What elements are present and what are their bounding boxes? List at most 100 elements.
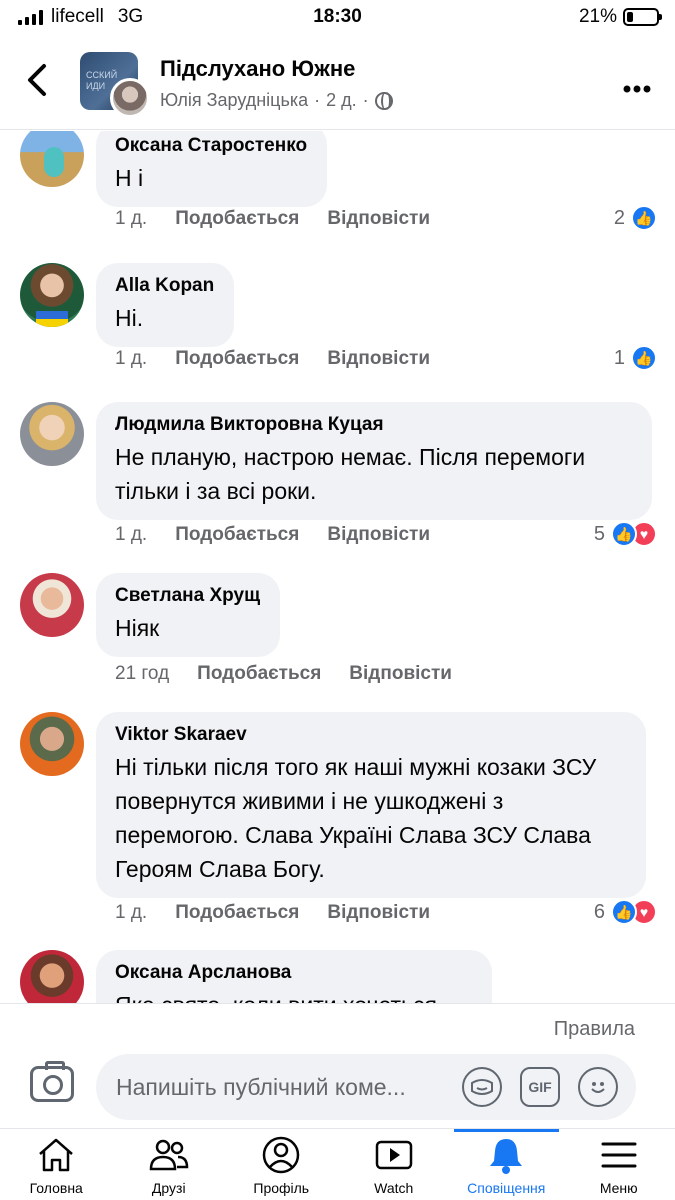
author-avatar[interactable] (110, 78, 150, 118)
reply-button[interactable]: Відповісти (327, 208, 430, 230)
clock: 18:30 (313, 6, 362, 27)
like-button[interactable]: Подобається (175, 524, 299, 546)
tab-label: Головна (29, 1180, 83, 1196)
like-button[interactable]: Подобається (175, 208, 299, 230)
comment-bubble[interactable]: Оксана Старостенко Н і (96, 131, 328, 207)
battery-icon (623, 8, 662, 26)
post-time: 2 д. (326, 90, 357, 110)
comment-author[interactable]: Оксана Арсланова (115, 960, 472, 986)
like-button[interactable]: Подобається (175, 902, 299, 924)
reply-button[interactable]: Відповісти (327, 524, 430, 546)
like-reaction-icon: 👍 (611, 899, 637, 925)
group-name[interactable]: Підслухано Южне (160, 56, 355, 82)
comment-actions: 1 д. Подобається Відповісти (115, 902, 430, 924)
meta-separator: · (362, 90, 369, 110)
meta-separator: · (314, 90, 321, 110)
post-author[interactable]: Юлія Зарудніцька (160, 90, 308, 111)
tab-profile[interactable]: Профіль (225, 1129, 338, 1200)
reply-button[interactable]: Відповісти (327, 902, 430, 924)
tab-friends[interactable]: Друзі (113, 1129, 226, 1200)
comment-bubble[interactable]: Оксана Арсланова Яке свято, коли вити хо… (96, 950, 492, 1003)
comment-text: Ні тільки після того як наші мужні козак… (115, 754, 597, 882)
rules-link[interactable]: Правила (554, 1018, 635, 1041)
bottom-tab-bar: Головна Друзі Профіль Watch Сповіщення М… (0, 1128, 675, 1200)
tab-label: Watch (374, 1180, 414, 1196)
reply-button[interactable]: Відповісти (327, 348, 430, 370)
comment-actions: 21 год Подобається Відповісти (115, 663, 452, 685)
camera-icon[interactable] (30, 1061, 74, 1102)
tab-label: Меню (599, 1180, 638, 1196)
comment-input[interactable]: Напишіть публічний коме... GIF (96, 1054, 636, 1120)
comment-composer: Правила Напишіть публічний коме... GIF (0, 1003, 675, 1128)
comment-time[interactable]: 1 д. (115, 348, 147, 370)
comment-author[interactable]: Людмила Викторовна Куцая (115, 412, 632, 438)
globe-icon (374, 91, 393, 110)
comment-bubble[interactable]: Светлана Хрущ Ніяк (96, 573, 281, 657)
gif-icon[interactable]: GIF (520, 1067, 560, 1107)
tab-watch[interactable]: Watch (338, 1129, 451, 1200)
tab-home[interactable]: Головна (0, 1129, 113, 1200)
post-meta: Юлія Зарудніцька · 2 д. · (160, 90, 393, 111)
comment-bubble[interactable]: Alla Kopan Ні. (96, 263, 235, 347)
reaction-count: 1 (613, 346, 625, 369)
comment-input-placeholder: Напишіть публічний коме... (116, 1073, 406, 1100)
status-bar: lifecell 3G 18:30 21% (0, 0, 675, 36)
comment-text: Ні. (115, 305, 144, 331)
comment-actions: 1 д. Подобається Відповісти (115, 348, 430, 370)
reactions-summary[interactable]: 2 👍 (614, 205, 657, 231)
comment-author[interactable]: Viktor Skaraev (115, 722, 626, 748)
comment-author[interactable]: Alla Kopan (115, 273, 214, 299)
comment-text: Ніяк (115, 615, 160, 641)
profile-icon (260, 1134, 302, 1176)
comments-list[interactable]: Оксана Старостенко Н і 1 д. Подобається … (0, 131, 675, 1003)
comment-actions: 1 д. Подобається Відповісти (115, 208, 430, 230)
reaction-count: 5 (593, 522, 605, 545)
comment-bubble[interactable]: Людмила Викторовна Куцая Не планую, наст… (96, 402, 652, 520)
comment-text: Не планую, настрою немає. Після перемоги… (115, 444, 586, 504)
commenter-avatar[interactable] (20, 131, 84, 187)
back-button[interactable] (22, 60, 66, 104)
comment-time[interactable]: 21 год (115, 663, 169, 685)
tab-label: Профіль (253, 1180, 310, 1196)
menu-icon (598, 1134, 640, 1176)
comment-author[interactable]: Оксана Старостенко (115, 133, 307, 159)
comment-time[interactable]: 1 д. (115, 524, 147, 546)
reply-button[interactable]: Відповісти (349, 663, 452, 685)
sticker-icon[interactable] (462, 1067, 502, 1107)
more-horizontal-icon (623, 85, 651, 93)
commenter-avatar[interactable] (20, 263, 84, 327)
comment-actions: 1 д. Подобається Відповісти (115, 524, 430, 546)
emoji-icon[interactable] (578, 1067, 618, 1107)
reactions-summary[interactable]: 6 👍 ♥ (594, 899, 657, 925)
battery-percent: 21% (578, 6, 617, 27)
friends-icon (148, 1134, 190, 1176)
commenter-avatar[interactable] (20, 950, 84, 1003)
reaction-count: 2 (613, 206, 625, 229)
tab-menu[interactable]: Меню (563, 1129, 675, 1200)
like-button[interactable]: Подобається (175, 348, 299, 370)
reactions-summary[interactable]: 1 👍 (614, 345, 657, 371)
tab-label: Сповіщення (467, 1180, 546, 1196)
watch-icon (373, 1134, 415, 1176)
comment-text: Яке свято, коли вити хочеться (115, 988, 472, 1003)
commenter-avatar[interactable] (20, 573, 84, 637)
bell-icon (485, 1134, 527, 1176)
tab-notifications[interactable]: Сповіщення (450, 1129, 563, 1200)
commenter-avatar[interactable] (20, 402, 84, 466)
comment-text: Н і (115, 165, 144, 191)
reactions-summary[interactable]: 5 👍 ♥ (594, 521, 657, 547)
comment-time[interactable]: 1 д. (115, 208, 147, 230)
comment-author[interactable]: Светлана Хрущ (115, 583, 260, 609)
comment-time[interactable]: 1 д. (115, 902, 147, 924)
more-options-button[interactable] (623, 68, 651, 100)
like-button[interactable]: Подобається (197, 663, 321, 685)
like-reaction-icon: 👍 (631, 345, 657, 371)
post-header: ССКИЙ ИДИ Підслухано Южне Юлія Зарудніць… (0, 40, 675, 130)
comment-bubble[interactable]: Viktor Skaraev Ні тільки після того як н… (96, 712, 646, 898)
chevron-left-icon (28, 64, 46, 96)
commenter-avatar[interactable] (20, 712, 84, 776)
like-reaction-icon: 👍 (611, 521, 637, 547)
reaction-count: 6 (593, 900, 605, 923)
tab-label: Друзі (151, 1180, 186, 1196)
home-icon (35, 1134, 77, 1176)
